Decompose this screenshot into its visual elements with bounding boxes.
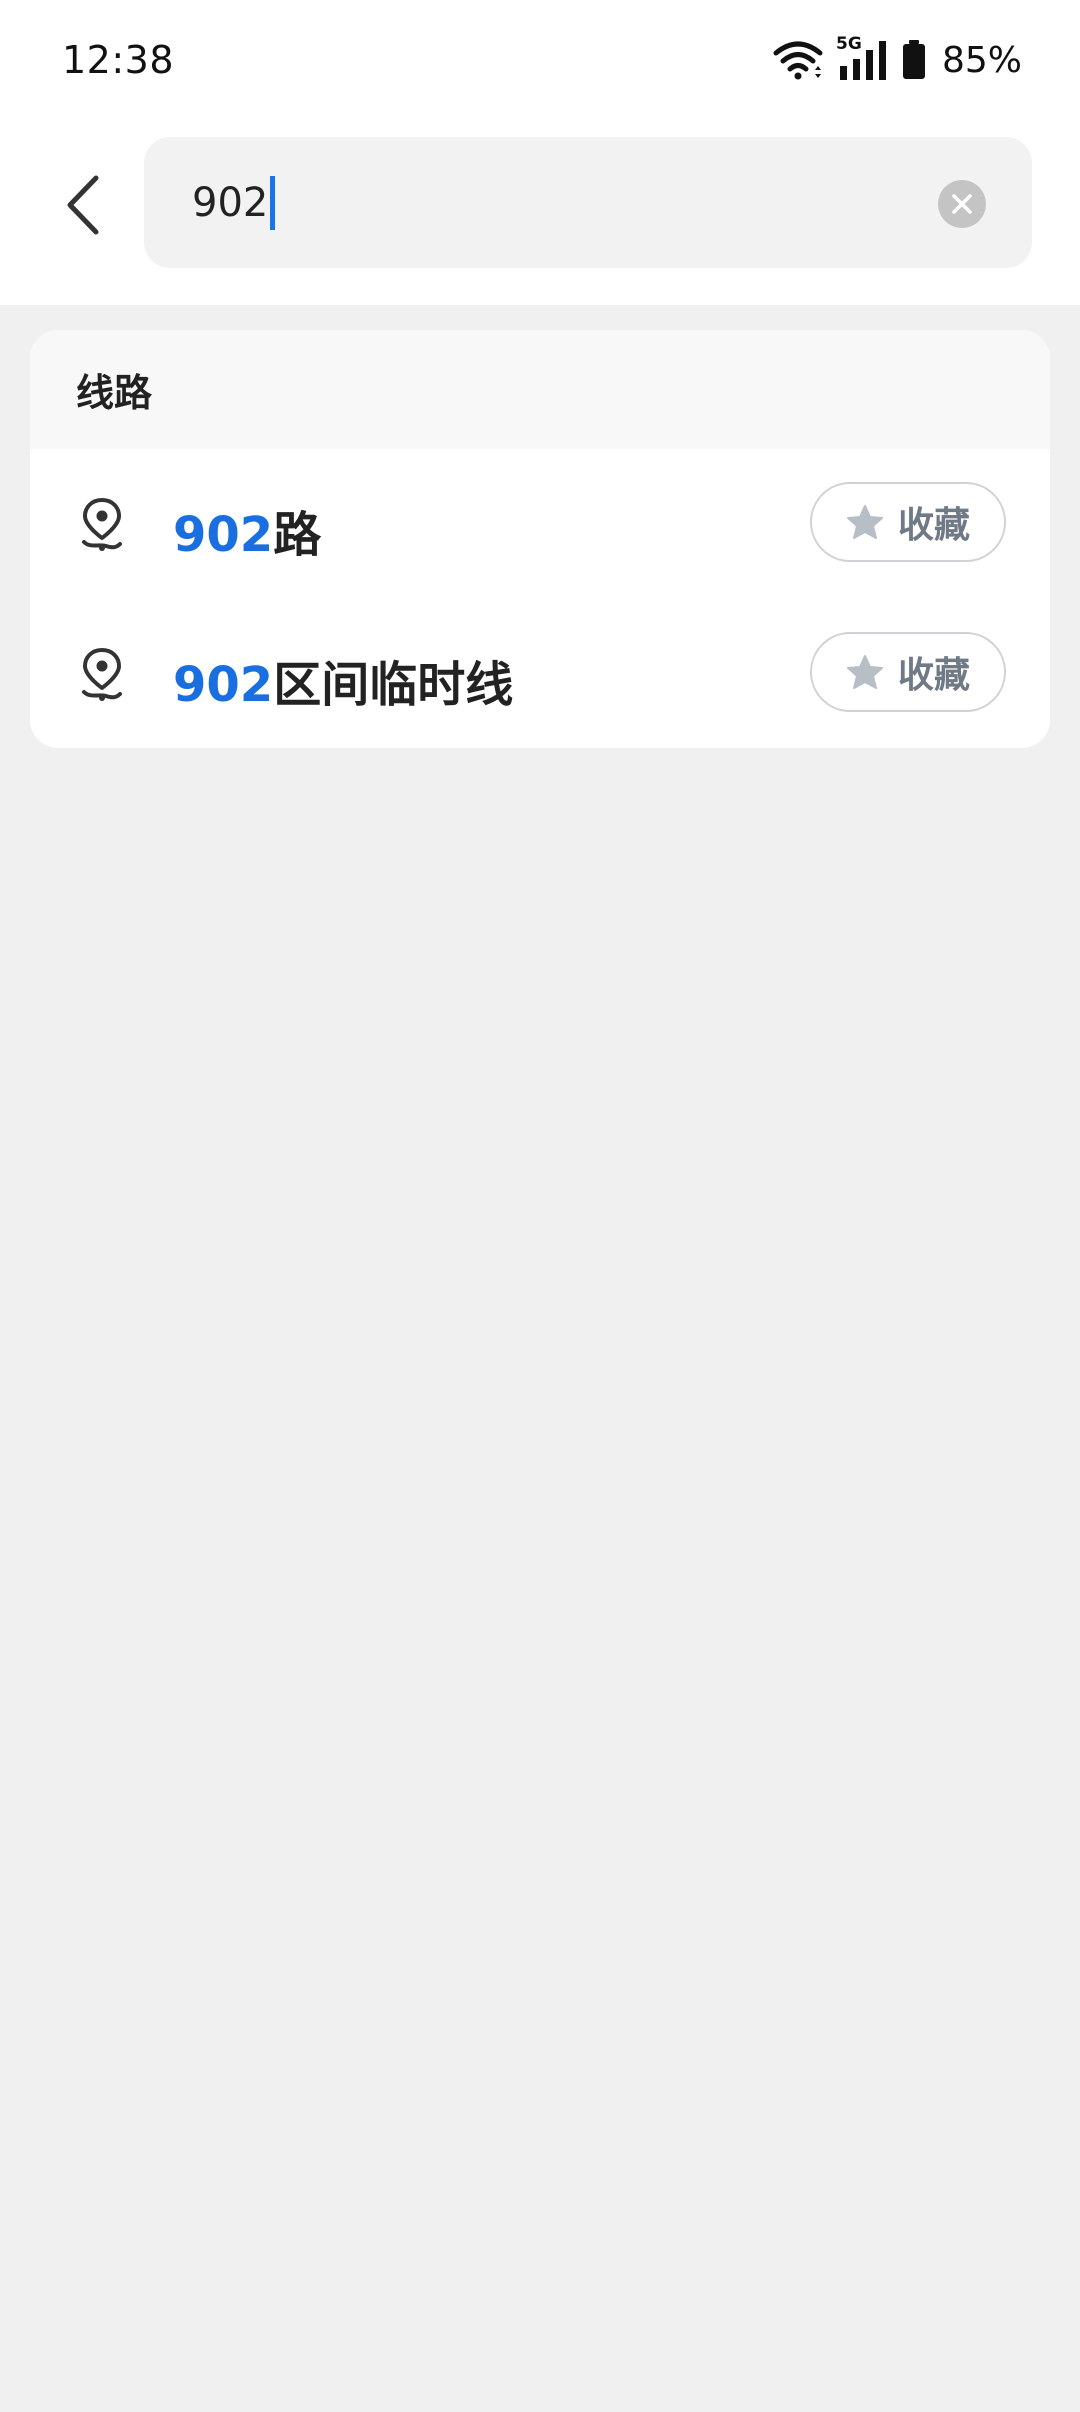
- star-icon: [846, 505, 883, 539]
- favorite-label: 收藏: [897, 655, 970, 696]
- text-caret: [270, 176, 276, 230]
- results-card: 线路 902路 收藏 902区间临时线 收藏: [30, 330, 1050, 748]
- route-pin-icon: [82, 648, 122, 701]
- section-header: 线路: [30, 330, 1050, 449]
- search-input[interactable]: 902: [192, 175, 276, 231]
- top-bar: 12:38 5G 85% 902: [0, 0, 1080, 305]
- route-row[interactable]: 902路 收藏: [30, 449, 1050, 599]
- route-name-rest: 区间临时线: [273, 657, 514, 713]
- section-title: 线路: [76, 371, 153, 415]
- favorite-button[interactable]: 收藏: [810, 482, 1006, 562]
- search-query: 902: [192, 180, 269, 226]
- route-name-highlight: 902: [173, 657, 274, 713]
- favorite-label: 收藏: [897, 505, 970, 546]
- clear-circle-icon: [952, 194, 972, 214]
- cellular-icon: 5G: [836, 34, 890, 82]
- battery-icon: [902, 40, 925, 79]
- chevron-left-icon: [67, 175, 99, 235]
- favorite-button[interactable]: 收藏: [810, 632, 1006, 712]
- route-name-rest: 路: [273, 507, 322, 563]
- star-icon: [846, 655, 883, 689]
- back-button[interactable]: [52, 168, 112, 242]
- wifi-icon: [773, 41, 823, 80]
- search-field[interactable]: 902: [144, 137, 1032, 268]
- status-time: 12:38: [62, 38, 175, 82]
- route-name-highlight: 902: [173, 507, 274, 563]
- route-name: 902路: [173, 495, 321, 565]
- route-name: 902区间临时线: [173, 645, 513, 715]
- status-icons: 5G 85%: [772, 34, 1022, 84]
- route-pin-icon: [82, 498, 122, 551]
- clear-search-button[interactable]: [938, 180, 986, 228]
- battery-percent: 85%: [941, 39, 1022, 81]
- route-row[interactable]: 902区间临时线 收藏: [30, 599, 1050, 748]
